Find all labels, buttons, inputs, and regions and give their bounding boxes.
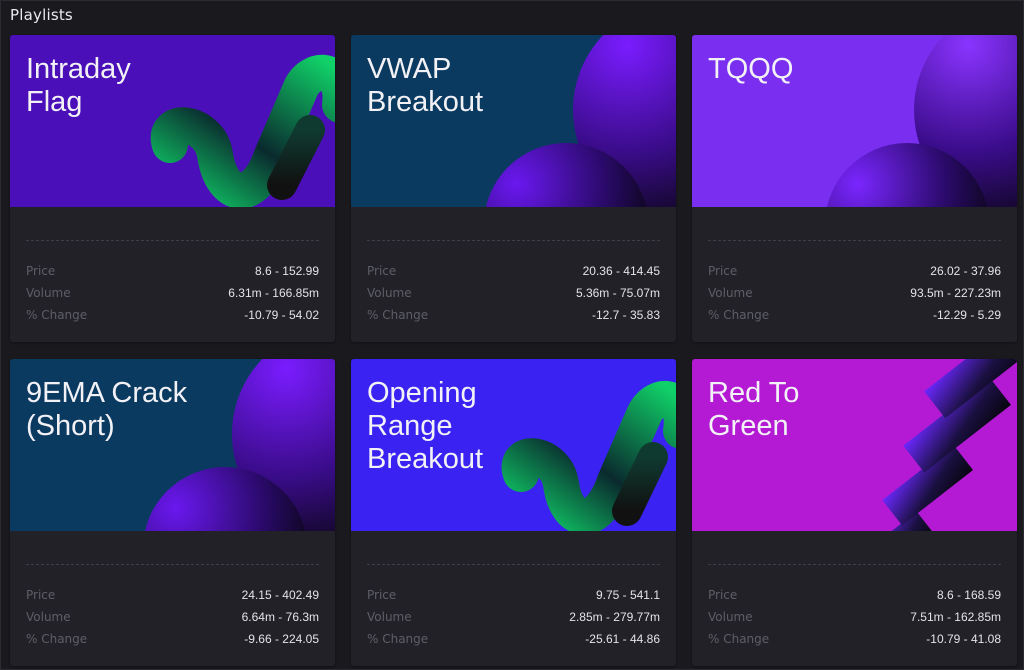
- playlist-card-red-to-green[interactable]: Red To Green Price 8.6 - 168.59 Volume 7…: [692, 359, 1017, 666]
- section-title: Playlists: [10, 6, 73, 24]
- stats-list: Price 20.36 - 414.45 Volume 5.36m - 75.0…: [367, 260, 660, 326]
- card-banner: 9EMA Crack (Short): [10, 359, 335, 531]
- stat-label-change: % Change: [708, 632, 770, 646]
- stat-label-change: % Change: [367, 308, 429, 322]
- stat-value-change: -12.29 - 5.29: [932, 308, 1001, 322]
- stat-label-volume: Volume: [367, 286, 412, 300]
- stat-value-volume: 6.31m - 166.85m: [228, 286, 319, 300]
- stats-list: Price 26.02 - 37.96 Volume 93.5m - 227.2…: [708, 260, 1001, 326]
- stat-label-volume: Volume: [708, 610, 753, 624]
- card-title: Intraday Flag: [26, 53, 131, 118]
- stat-row-price: Price 24.15 - 402.49: [26, 584, 319, 606]
- stat-value-volume: 93.5m - 227.23m: [910, 286, 1001, 300]
- stat-value-change: -10.79 - 41.08: [926, 632, 1001, 646]
- stat-value-price: 24.15 - 402.49: [241, 588, 319, 602]
- stat-row-change: % Change -25.61 - 44.86: [367, 628, 660, 650]
- stat-row-price: Price 9.75 - 541.1: [367, 584, 660, 606]
- playlist-card-vwap-breakout[interactable]: VWAP Breakout Price 20.36 - 414.45 Volum…: [351, 35, 676, 342]
- stat-row-change: % Change -9.66 - 224.05: [26, 628, 319, 650]
- stat-row-change: % Change -10.79 - 41.08: [708, 628, 1001, 650]
- card-title: Red To Green: [708, 377, 800, 442]
- stat-row-price: Price 20.36 - 414.45: [367, 260, 660, 282]
- stat-label-volume: Volume: [26, 610, 71, 624]
- stat-label-change: % Change: [708, 308, 770, 322]
- stats-list: Price 24.15 - 402.49 Volume 6.64m - 76.3…: [26, 584, 319, 650]
- stat-label-price: Price: [26, 588, 56, 602]
- card-title: Opening Range Breakout: [367, 377, 484, 475]
- stat-label-price: Price: [367, 588, 397, 602]
- stat-row-volume: Volume 2.85m - 279.77m: [367, 606, 660, 628]
- stat-label-change: % Change: [26, 632, 88, 646]
- card-banner: Opening Range Breakout: [351, 359, 676, 531]
- stat-label-volume: Volume: [26, 286, 71, 300]
- stat-label-change: % Change: [367, 632, 429, 646]
- stat-value-change: -12.7 - 35.83: [591, 308, 660, 322]
- stat-row-volume: Volume 7.51m - 162.85m: [708, 606, 1001, 628]
- stat-label-price: Price: [708, 264, 738, 278]
- stat-value-volume: 6.64m - 76.3m: [241, 610, 319, 624]
- stat-value-price: 9.75 - 541.1: [595, 588, 660, 602]
- stat-value-price: 26.02 - 37.96: [930, 264, 1001, 278]
- card-banner: Red To Green: [692, 359, 1017, 531]
- playlist-card-intraday-flag[interactable]: Intraday Flag Price 8.6 - 152.99 Volume …: [10, 35, 335, 342]
- card-banner: Intraday Flag: [10, 35, 335, 207]
- stats-list: Price 9.75 - 541.1 Volume 2.85m - 279.77…: [367, 584, 660, 650]
- playlist-card-9ema-crack-short[interactable]: 9EMA Crack (Short) Price 24.15 - 402.49 …: [10, 359, 335, 666]
- stat-value-change: -10.79 - 54.02: [244, 308, 319, 322]
- stat-row-change: % Change -10.79 - 54.02: [26, 304, 319, 326]
- stat-value-volume: 2.85m - 279.77m: [569, 610, 660, 624]
- card-banner: VWAP Breakout: [351, 35, 676, 207]
- divider: [26, 240, 319, 241]
- card-title: VWAP Breakout: [367, 53, 484, 118]
- card-title: TQQQ: [708, 53, 794, 85]
- stat-row-volume: Volume 5.36m - 75.07m: [367, 282, 660, 304]
- stat-label-price: Price: [26, 264, 56, 278]
- stat-row-change: % Change -12.7 - 35.83: [367, 304, 660, 326]
- stat-value-volume: 5.36m - 75.07m: [575, 286, 660, 300]
- stat-row-volume: Volume 93.5m - 227.23m: [708, 282, 1001, 304]
- stat-value-price: 8.6 - 168.59: [936, 588, 1001, 602]
- playlist-grid: Intraday Flag Price 8.6 - 152.99 Volume …: [10, 35, 1017, 667]
- stat-value-volume: 7.51m - 162.85m: [910, 610, 1001, 624]
- stat-value-change: -25.61 - 44.86: [585, 632, 660, 646]
- stat-row-price: Price 26.02 - 37.96: [708, 260, 1001, 282]
- divider: [367, 240, 660, 241]
- stat-value-price: 8.6 - 152.99: [254, 264, 319, 278]
- stat-row-volume: Volume 6.64m - 76.3m: [26, 606, 319, 628]
- divider: [708, 240, 1001, 241]
- card-title: 9EMA Crack (Short): [26, 377, 188, 442]
- stat-label-volume: Volume: [708, 286, 753, 300]
- divider: [26, 564, 319, 565]
- stat-value-change: -9.66 - 224.05: [244, 632, 319, 646]
- stat-label-price: Price: [367, 264, 397, 278]
- divider: [367, 564, 660, 565]
- stat-label-volume: Volume: [367, 610, 412, 624]
- stat-row-volume: Volume 6.31m - 166.85m: [26, 282, 319, 304]
- stat-label-change: % Change: [26, 308, 88, 322]
- stat-row-price: Price 8.6 - 168.59: [708, 584, 1001, 606]
- stat-row-price: Price 8.6 - 152.99: [26, 260, 319, 282]
- playlist-card-tqqq[interactable]: TQQQ Price 26.02 - 37.96 Volume 93.5m - …: [692, 35, 1017, 342]
- playlist-card-opening-range-breakout[interactable]: Opening Range Breakout Price 9.75 - 541.…: [351, 359, 676, 666]
- stats-list: Price 8.6 - 168.59 Volume 7.51m - 162.85…: [708, 584, 1001, 650]
- card-banner: TQQQ: [692, 35, 1017, 207]
- stat-value-price: 20.36 - 414.45: [582, 264, 660, 278]
- stat-row-change: % Change -12.29 - 5.29: [708, 304, 1001, 326]
- stats-list: Price 8.6 - 152.99 Volume 6.31m - 166.85…: [26, 260, 319, 326]
- stat-label-price: Price: [708, 588, 738, 602]
- divider: [708, 564, 1001, 565]
